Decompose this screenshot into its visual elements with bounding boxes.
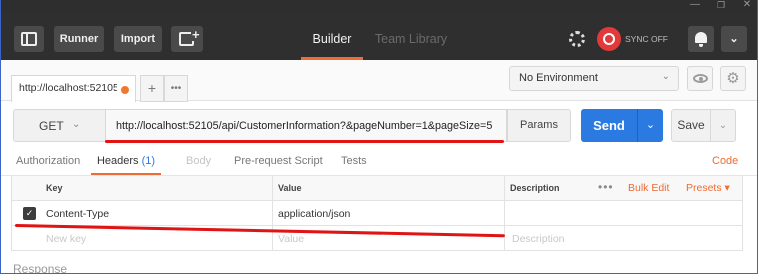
column-value: Value: [278, 183, 302, 193]
table-options-button[interactable]: •••: [598, 180, 614, 194]
tab-tests[interactable]: Tests: [341, 148, 367, 176]
column-key: Key: [46, 183, 63, 193]
tab-options-button[interactable]: •••: [164, 75, 188, 102]
add-tab-button[interactable]: +: [140, 75, 164, 102]
method-label: GET: [39, 119, 64, 133]
sidebar-icon: [21, 32, 37, 46]
tab-pre-request-script[interactable]: Pre-request Script: [234, 148, 323, 176]
toggle-sidebar-button[interactable]: [14, 26, 44, 52]
sync-status[interactable]: SYNC OFF: [597, 26, 669, 52]
request-tab[interactable]: http://localhost:52105: [11, 75, 136, 102]
tab-headers[interactable]: Headers (1): [91, 148, 161, 176]
interceptor-button[interactable]: [566, 26, 590, 52]
send-options-button[interactable]: ⌄: [637, 109, 663, 142]
method-select[interactable]: GET ⌄: [13, 109, 105, 142]
column-description: Description: [510, 183, 560, 193]
presets-dropdown[interactable]: Presets ▾: [686, 182, 730, 194]
notifications-button[interactable]: [688, 26, 714, 52]
unsaved-indicator: [121, 86, 129, 94]
header-value-cell[interactable]: application/json: [278, 208, 350, 220]
plus-icon: +: [191, 27, 201, 42]
new-value-field[interactable]: Value: [278, 233, 304, 245]
table-row: ✓ Content-Type application/json: [12, 201, 742, 226]
maximize-window-button[interactable]: ❐: [710, 0, 732, 12]
app-header: Runner Import + Builder Team Library SYN…: [1, 13, 757, 60]
close-window-button[interactable]: ✕: [736, 0, 757, 12]
request-tab-title: http://localhost:52105: [19, 82, 117, 94]
params-button[interactable]: Params: [507, 109, 571, 142]
headers-table: Key Value Description ••• Bulk Edit Pres…: [11, 176, 743, 251]
sync-icon: [597, 27, 621, 51]
interceptor-icon: [569, 31, 585, 47]
environment-select[interactable]: No Environment ⌄: [509, 66, 679, 91]
gear-icon: ⚙: [726, 70, 740, 87]
generate-code-link[interactable]: Code: [712, 148, 738, 176]
tab-team-library[interactable]: Team Library: [371, 26, 451, 60]
chevron-down-icon: ⌄: [661, 71, 670, 82]
eye-icon: [693, 74, 708, 83]
runner-button[interactable]: Runner: [54, 26, 104, 52]
bell-icon: [695, 32, 707, 47]
tab-authorization[interactable]: Authorization: [16, 148, 80, 176]
url-input[interactable]: [105, 109, 507, 142]
header-key-cell[interactable]: Content-Type: [46, 208, 109, 220]
tab-headers-label: Headers: [96, 155, 139, 167]
minimize-window-button[interactable]: —: [684, 0, 706, 12]
url-annotation-underline: [105, 140, 504, 143]
table-row-new: New key Value Description: [12, 226, 742, 251]
tab-builder[interactable]: Builder: [301, 26, 363, 60]
environment-selected-label: No Environment: [519, 72, 598, 84]
chevron-down-icon: ⌄: [72, 119, 81, 130]
headers-table-header: Key Value Description ••• Bulk Edit Pres…: [12, 176, 742, 201]
window-titlebar: — ❐ ✕: [1, 0, 757, 13]
new-window-button[interactable]: +: [171, 26, 203, 52]
response-section-title: Response: [13, 262, 68, 274]
save-options-button[interactable]: ⌄: [711, 109, 736, 142]
save-button[interactable]: Save: [671, 109, 711, 142]
bulk-edit-link[interactable]: Bulk Edit: [628, 182, 669, 194]
new-description-field[interactable]: Description: [512, 233, 565, 245]
header-enabled-checkbox[interactable]: ✓: [23, 207, 36, 220]
app-window: — ❐ ✕ Runner Import + Builder Team Libra…: [0, 0, 758, 274]
send-button[interactable]: Send: [581, 109, 637, 142]
tab-body[interactable]: Body: [186, 148, 211, 176]
manage-environments-button[interactable]: ⚙: [720, 66, 746, 91]
sync-label: SYNC OFF: [625, 34, 668, 44]
headers-count-badge: (1): [141, 155, 156, 167]
new-key-field[interactable]: New key: [46, 233, 86, 245]
chevron-down-icon: ⌄: [729, 33, 739, 45]
app-menu-button[interactable]: ⌄: [721, 26, 747, 52]
environment-quick-look-button[interactable]: [687, 66, 713, 91]
import-button[interactable]: Import: [114, 26, 162, 52]
